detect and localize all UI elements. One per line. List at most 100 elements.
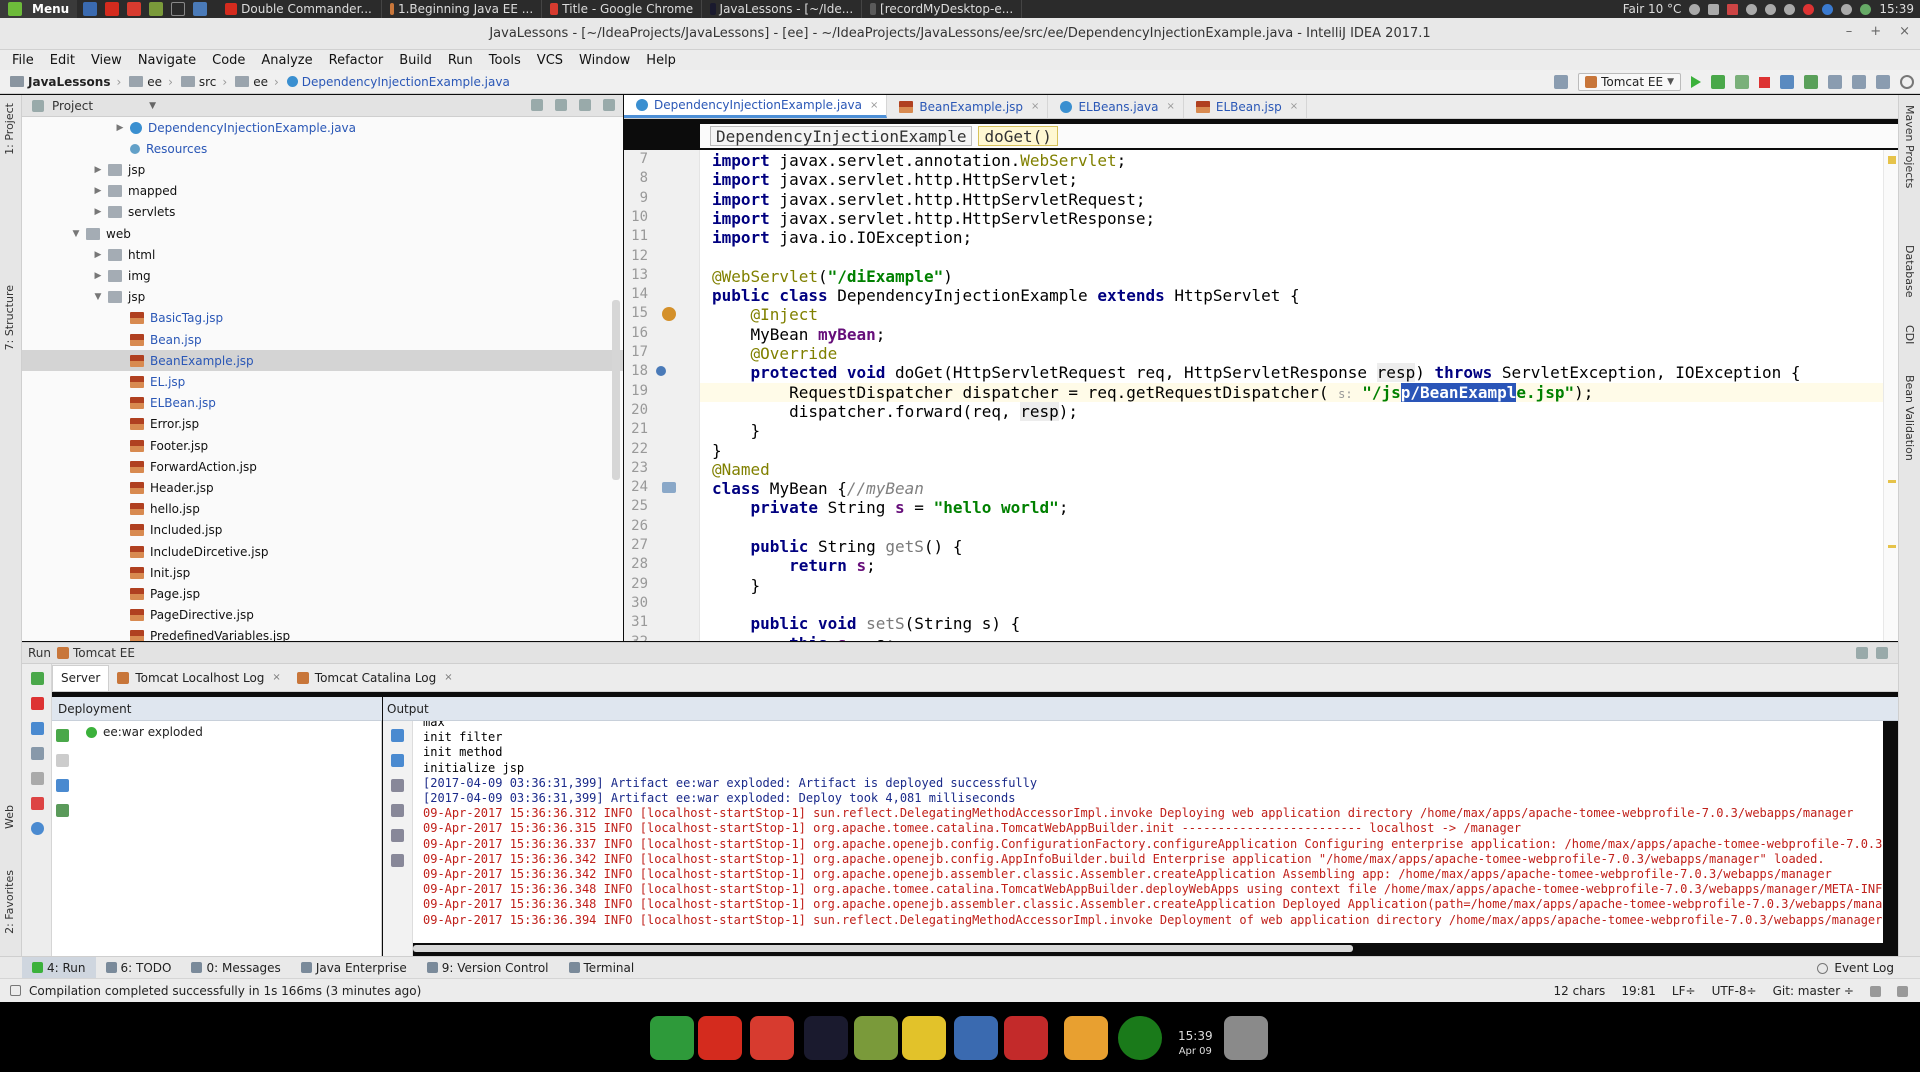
tree-folder[interactable]: ▶ servlets <box>22 202 623 223</box>
launcher-icon[interactable] <box>83 2 98 16</box>
tree-file[interactable]: ELBean.jsp <box>22 393 623 414</box>
hide-panel-icon[interactable] <box>603 99 615 111</box>
code-line[interactable]: } <box>712 576 761 595</box>
layout-icon[interactable] <box>31 747 44 760</box>
menu-run[interactable]: Run <box>440 53 481 68</box>
code-line[interactable]: @WebServlet("/diExample") <box>712 267 953 286</box>
run-tab[interactable]: Server <box>52 664 110 691</box>
debug-icon[interactable] <box>1711 75 1725 89</box>
tool-window-button[interactable]: Java Enterprise <box>291 957 417 979</box>
wifi-icon[interactable] <box>1765 3 1777 15</box>
clipboard-icon[interactable] <box>1708 3 1720 15</box>
code-line[interactable]: @Named <box>712 460 770 479</box>
os-menu-button[interactable]: Menu <box>0 0 78 18</box>
record-icon[interactable] <box>1803 3 1815 15</box>
tree-file[interactable]: hello.jsp <box>22 499 623 520</box>
menu-code[interactable]: Code <box>204 53 253 68</box>
tool-window-button[interactable]: 6: TODO <box>96 957 182 979</box>
close-tab-icon[interactable]: × <box>444 672 452 683</box>
breadcrumb-item[interactable]: JavaLessons › <box>6 75 125 89</box>
intellij-icon[interactable] <box>804 1016 848 1060</box>
keyboard-layout-flag-icon[interactable] <box>1727 3 1739 15</box>
tool-window-button[interactable]: 0: Messages <box>181 957 290 979</box>
pdf-icon[interactable] <box>1004 1016 1048 1060</box>
editor-tab[interactable]: ELBeans.java × <box>1048 95 1184 118</box>
override-method-icon[interactable] <box>656 366 666 377</box>
tree-file[interactable]: Header.jsp <box>22 477 623 498</box>
tree-file[interactable]: BeanExample.jsp <box>22 350 623 372</box>
close-run-icon[interactable] <box>31 797 44 810</box>
menu-analyze[interactable]: Analyze <box>253 53 320 68</box>
menu-file[interactable]: File <box>4 53 42 68</box>
tree-file[interactable]: BasicTag.jsp <box>22 308 623 329</box>
bluetooth-icon[interactable] <box>1841 3 1853 15</box>
collapse-all-icon[interactable] <box>555 99 567 111</box>
menu-navigate[interactable]: Navigate <box>130 53 204 68</box>
run-tab[interactable]: Tomcat Catalina Log × <box>289 665 461 691</box>
deploy-all-icon[interactable] <box>56 804 69 817</box>
bean-validation-tool-button[interactable]: Bean Validation <box>1903 375 1916 461</box>
collapsed-arrow-icon[interactable]: ▶ <box>114 123 126 133</box>
soft-wrap-icon[interactable] <box>391 779 404 792</box>
scroll-up-icon[interactable] <box>391 729 404 742</box>
launcher-icon[interactable] <box>105 2 120 16</box>
terminal-launcher-icon[interactable] <box>171 2 186 16</box>
collapsed-arrow-icon[interactable]: ▶ <box>92 165 104 175</box>
scroll-down-icon[interactable] <box>391 754 404 767</box>
breadcrumb-class[interactable]: DependencyInjectionExample <box>710 126 973 146</box>
run-tab[interactable]: Tomcat Localhost Log × <box>109 665 288 691</box>
run-config-selector[interactable]: Tomcat EE ▼ <box>1578 73 1681 91</box>
code-line[interactable]: private String s = "hello world"; <box>712 498 1069 517</box>
tool-window-button[interactable]: Terminal <box>559 957 645 979</box>
tree-file[interactable]: ForwardAction.jsp <box>22 456 623 477</box>
breadcrumb-item[interactable]: ee › <box>125 75 177 89</box>
taskbar-item[interactable]: JavaLessons - [~/Ide... <box>702 0 863 18</box>
launcher-icon[interactable] <box>193 2 208 16</box>
tree-file[interactable]: IncludeDircetive.jsp <box>22 541 623 562</box>
line-separator[interactable]: LF÷ <box>1672 984 1696 998</box>
close-tab-icon[interactable]: × <box>1290 101 1298 112</box>
menu-help[interactable]: Help <box>638 53 684 68</box>
tree-file[interactable]: PredefinedVariables.jsp <box>22 626 623 641</box>
tree-file[interactable]: Bean.jsp <box>22 329 623 350</box>
nvidia-icon[interactable] <box>1860 3 1872 15</box>
code-line[interactable]: dispatcher.forward(req, resp); <box>712 401 1078 421</box>
tree-file[interactable]: PageDirective.jsp <box>22 605 623 626</box>
taskbar-item[interactable]: [recordMyDesktop-e... <box>862 0 1023 18</box>
project-tool-button[interactable]: 1: Project <box>3 103 16 155</box>
puzzle-icon[interactable] <box>902 1016 946 1060</box>
update-icon[interactable] <box>31 722 44 735</box>
hide-panel-icon[interactable] <box>1876 647 1888 659</box>
minimize-icon[interactable]: – <box>1846 24 1853 39</box>
status-toggle-icon[interactable] <box>10 985 21 996</box>
tree-folder[interactable]: ▼ jsp <box>22 287 623 308</box>
tree-file[interactable]: ▶ DependencyInjectionExample.java <box>22 117 623 138</box>
git-branch[interactable]: Git: master ÷ <box>1773 984 1854 998</box>
web-tool-button[interactable]: Web <box>3 805 16 829</box>
stop-icon[interactable] <box>31 697 44 710</box>
code-line[interactable]: RequestDispatcher dispatcher = req.getRe… <box>712 382 1593 402</box>
tree-file[interactable]: Error.jsp <box>22 414 623 435</box>
shield-icon[interactable] <box>1822 3 1834 15</box>
error-stripe-mark[interactable] <box>1888 480 1896 483</box>
gear-icon[interactable] <box>579 99 591 111</box>
launcher-icon[interactable] <box>127 2 142 16</box>
double-commander-icon[interactable] <box>698 1016 742 1060</box>
bean-icon[interactable] <box>662 482 676 494</box>
project-view-selector[interactable]: Project <box>52 99 93 113</box>
gear-icon[interactable] <box>1856 647 1868 659</box>
tree-file[interactable]: Footer.jsp <box>22 435 623 456</box>
menu-build[interactable]: Build <box>391 53 440 68</box>
tree-file[interactable]: Included.jsp <box>22 520 623 541</box>
analysis-status-icon[interactable] <box>1888 156 1896 164</box>
breadcrumb-item[interactable]: ee › <box>231 75 283 89</box>
menu-refactor[interactable]: Refactor <box>321 53 392 68</box>
injection-point-icon[interactable] <box>662 307 676 322</box>
collapsed-arrow-icon[interactable]: ▶ <box>92 186 104 196</box>
user-icon[interactable] <box>1689 3 1701 15</box>
breadcrumb-method[interactable]: doGet() <box>978 126 1058 146</box>
breadcrumb-item[interactable]: DependencyInjectionExample.java <box>283 75 514 89</box>
weather-icon[interactable] <box>1064 1016 1108 1060</box>
output-horizontal-scrollbar[interactable] <box>413 945 1353 952</box>
coverage-icon[interactable] <box>1735 75 1749 89</box>
